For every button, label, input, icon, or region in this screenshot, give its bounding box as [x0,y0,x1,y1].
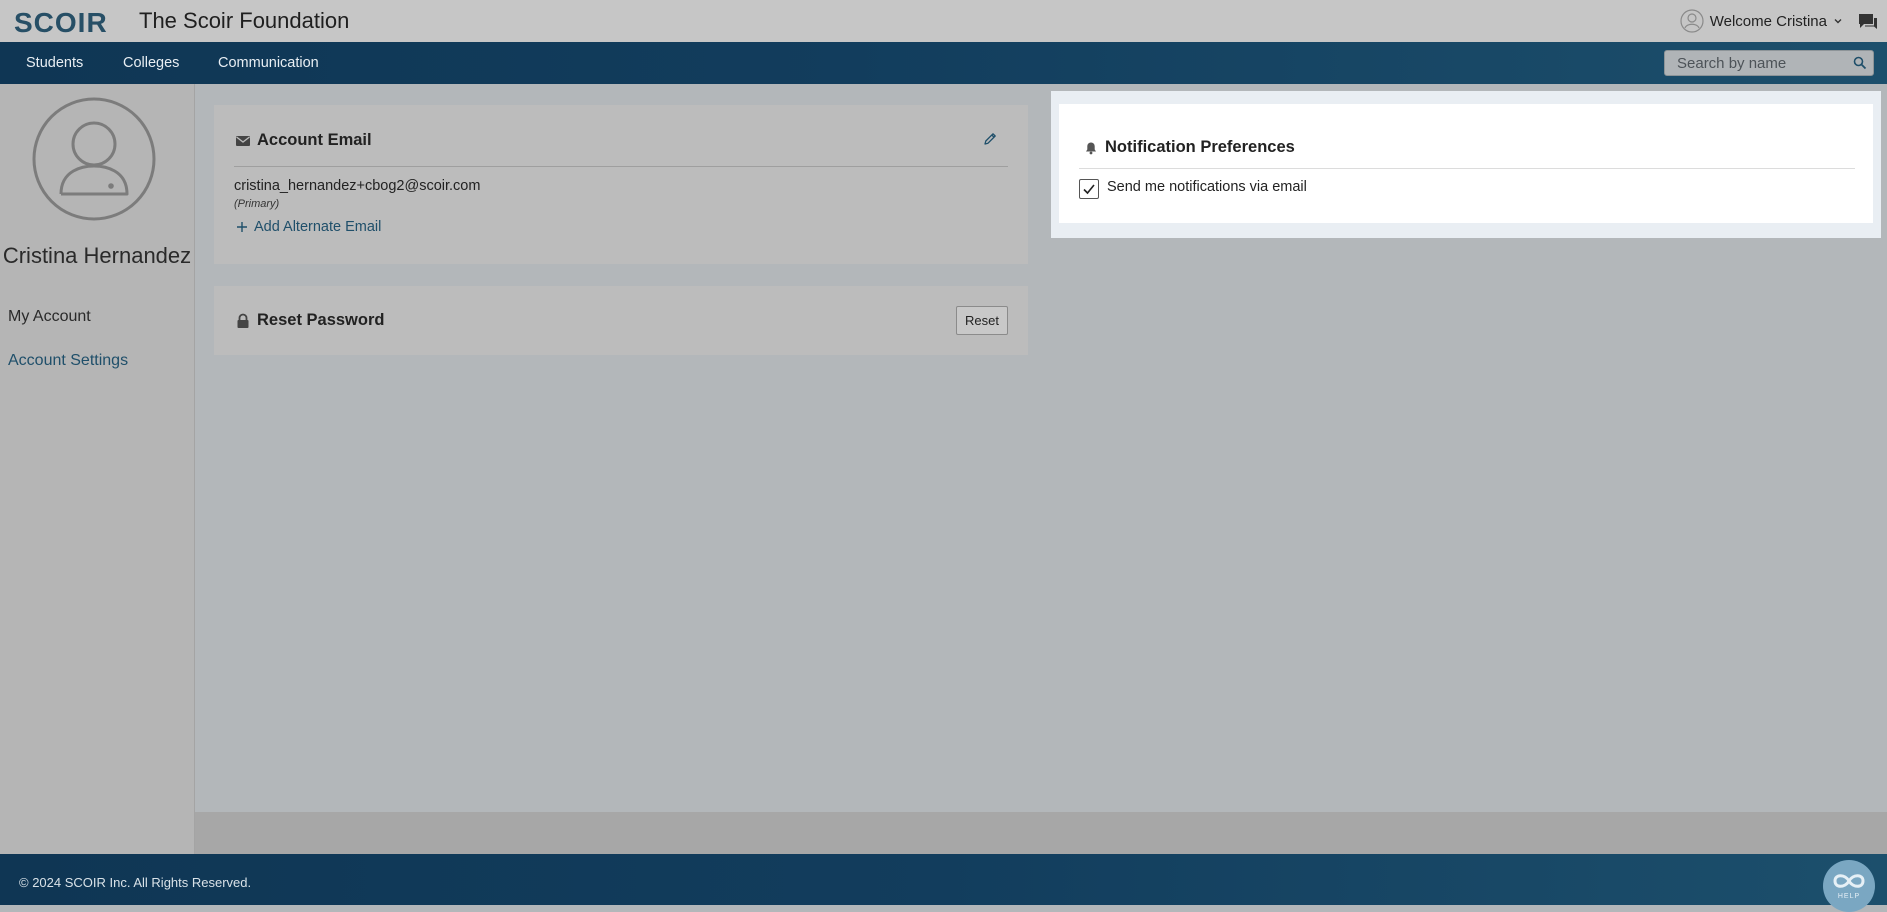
envelope-icon [236,136,250,146]
email-notifications-checkbox[interactable] [1079,179,1099,199]
notification-highlight-frame: Notification Preferences Send me notific… [1051,91,1881,238]
bell-icon [1086,142,1096,155]
help-button[interactable]: HELP [1823,860,1875,912]
user-circle-icon [1680,9,1704,33]
primary-email-value: cristina_hernandez+cbog2@scoir.com [234,178,481,194]
plus-icon [237,222,247,232]
add-alternate-email-label: Add Alternate Email [254,219,382,235]
chevron-down-icon [1834,19,1842,24]
checkmark-icon [1083,184,1095,195]
profile-sidebar: Cristina Hernandez My Account Account Se… [0,84,195,854]
reset-password-card: Reset Password Reset [214,286,1028,355]
top-header: SCOIR The Scoir Foundation Welcome Crist… [0,0,1887,43]
notification-preferences-title: Notification Preferences [1105,138,1295,156]
card-divider [234,166,1008,167]
primary-tag: (Primary) [234,198,280,210]
email-notifications-label[interactable]: Send me notifications via email [1107,179,1307,195]
scoir-logo[interactable]: SCOIR [14,7,108,39]
nav-students[interactable]: Students [26,55,83,71]
footer: © 2024 SCOIR Inc. All Rights Reserved. H… [0,854,1887,912]
copyright-text: © 2024 SCOIR Inc. All Rights Reserved. [19,875,252,890]
account-email-title: Account Email [257,131,372,149]
search-icon[interactable] [1853,56,1867,70]
user-name: Cristina Hernandez [2,243,192,268]
card-divider [1079,168,1855,169]
nav-colleges[interactable]: Colleges [123,55,179,71]
sidebar-item-my-account[interactable]: My Account [8,308,91,326]
profile-avatar-icon [32,97,156,221]
lock-icon [237,313,249,328]
add-alternate-email-link[interactable]: Add Alternate Email [236,219,381,235]
chat-icon[interactable] [1857,11,1879,33]
help-label: HELP [1837,893,1861,900]
organization-title: The Scoir Foundation [139,8,350,33]
notification-preferences-card: Notification Preferences Send me notific… [1059,104,1873,223]
nav-communication[interactable]: Communication [218,55,319,71]
reset-password-title: Reset Password [257,311,385,329]
welcome-text: Welcome Cristina [1709,12,1827,30]
main-navigation: Students Colleges Communication [0,42,1887,84]
search-box [1664,50,1874,76]
sidebar-item-account-settings[interactable]: Account Settings [8,352,128,370]
account-email-card: Account Email cristina_hernandez+cbog2@s… [214,105,1028,264]
reset-password-button[interactable]: Reset [956,306,1008,335]
edit-pencil-icon[interactable] [982,131,998,147]
content-bottom-strip [195,812,1887,854]
search-input[interactable] [1665,51,1847,75]
user-menu[interactable]: Welcome Cristina [1680,9,1843,33]
